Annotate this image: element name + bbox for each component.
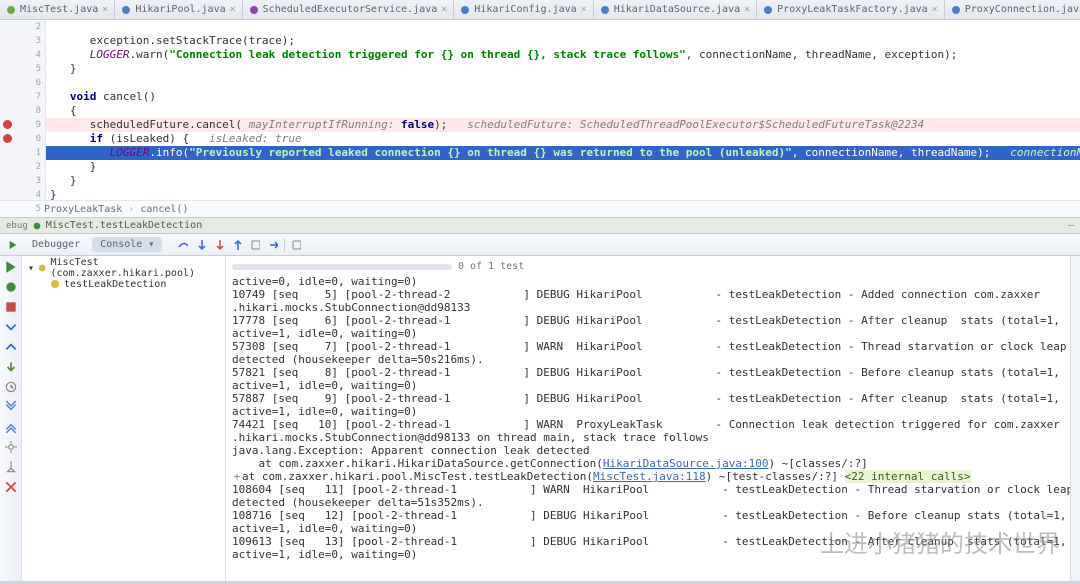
tab-hikaridatasource[interactable]: HikariDataSource.java× — [594, 0, 757, 19]
expand-icon[interactable] — [4, 400, 18, 414]
editor-tab-bar: MiscTest.java× HikariPool.java× Schedule… — [0, 0, 1080, 20]
stack-link[interactable]: HikariDataSource.java:100 — [603, 457, 769, 470]
test-node-root[interactable]: ▾ MiscTest (com.zaxxer.hikari.pool) — [28, 260, 219, 276]
breadcrumb-class[interactable]: ProxyLeakTask — [44, 204, 122, 215]
close-icon[interactable]: × — [441, 4, 447, 15]
scrollbar[interactable] — [1070, 256, 1080, 581]
debug-run-icon[interactable] — [4, 280, 18, 294]
hide-icon[interactable]: — — [1068, 220, 1074, 231]
close-icon[interactable]: × — [581, 4, 587, 15]
down-icon[interactable] — [4, 320, 18, 334]
expand-icon[interactable]: + — [232, 470, 242, 483]
step-over-icon[interactable] — [176, 238, 190, 252]
debug-body: ▾ MiscTest (com.zaxxer.hikari.pool) test… — [0, 256, 1080, 581]
step-into-icon[interactable] — [194, 238, 208, 252]
console-output[interactable]: 0 of 1 test active=0, idle=0, waiting=0)… — [226, 256, 1080, 581]
resume-icon[interactable] — [6, 238, 20, 252]
pin-icon[interactable] — [4, 460, 18, 474]
close-icon[interactable]: × — [744, 4, 750, 15]
force-step-into-icon[interactable] — [212, 238, 226, 252]
close-icon[interactable]: × — [932, 4, 938, 15]
collapse-icon[interactable] — [4, 420, 18, 434]
execution-line: LOGGER.info("Previously reported leaked … — [46, 146, 1080, 160]
close-icon[interactable]: × — [230, 4, 236, 15]
close-panel-icon[interactable] — [4, 480, 18, 494]
close-icon[interactable]: × — [102, 4, 108, 15]
tab-hikaripool[interactable]: HikariPool.java× — [115, 0, 242, 19]
history-icon[interactable] — [4, 380, 18, 394]
debug-side-toolbar — [0, 256, 22, 581]
gutter: 2 3 4 5 6 7 8 9 0 1 2 3 4 5 — [0, 20, 46, 200]
test-running-icon — [38, 263, 46, 273]
breakpoint-icon[interactable] — [3, 134, 12, 143]
code-editor[interactable]: 2 3 4 5 6 7 8 9 0 1 2 3 4 5 exception.se… — [0, 20, 1080, 200]
bug-icon — [32, 221, 42, 231]
tab-scheduledexec[interactable]: ScheduledExecutorService.java× — [243, 0, 455, 19]
tab-proxyleakfactory[interactable]: ProxyLeakTaskFactory.java× — [757, 0, 945, 19]
console-tab[interactable]: Console ▾ — [92, 237, 162, 252]
test-running-icon — [50, 279, 60, 289]
stack-link[interactable]: MiscTest.java:118 — [593, 470, 706, 483]
test-progress: 0 of 1 test — [226, 256, 1080, 275]
code-body[interactable]: exception.setStackTrace(trace); LOGGER.w… — [46, 20, 1080, 200]
debugger-tab[interactable]: Debugger — [24, 237, 88, 252]
evaluate-icon[interactable] — [289, 238, 303, 252]
drop-frame-icon[interactable] — [248, 238, 262, 252]
stop-icon[interactable] — [4, 300, 18, 314]
tab-hikariconfig[interactable]: HikariConfig.java× — [454, 0, 593, 19]
step-out-icon[interactable] — [230, 238, 244, 252]
breadcrumb-method[interactable]: cancel() — [140, 204, 188, 215]
settings-icon[interactable] — [4, 440, 18, 454]
breadcrumb: ProxyLeakTask › cancel() — [0, 200, 1080, 218]
run-to-cursor-icon[interactable] — [266, 238, 280, 252]
rerun-icon[interactable] — [4, 260, 18, 274]
internal-calls-badge[interactable]: <22 internal calls> — [845, 470, 971, 483]
debug-config-bar: ebug MiscTest.testLeakDetection — — [0, 218, 1080, 234]
tab-misctest[interactable]: MiscTest.java× — [0, 0, 115, 19]
export-icon[interactable] — [4, 360, 18, 374]
test-tree: ▾ MiscTest (com.zaxxer.hikari.pool) test… — [22, 256, 226, 581]
debug-toolbar: Debugger Console ▾ — [0, 234, 1080, 256]
tab-proxyconnection[interactable]: ProxyConnection.java× — [945, 0, 1080, 19]
breakpoint-icon[interactable] — [3, 120, 12, 129]
up-icon[interactable] — [4, 340, 18, 354]
